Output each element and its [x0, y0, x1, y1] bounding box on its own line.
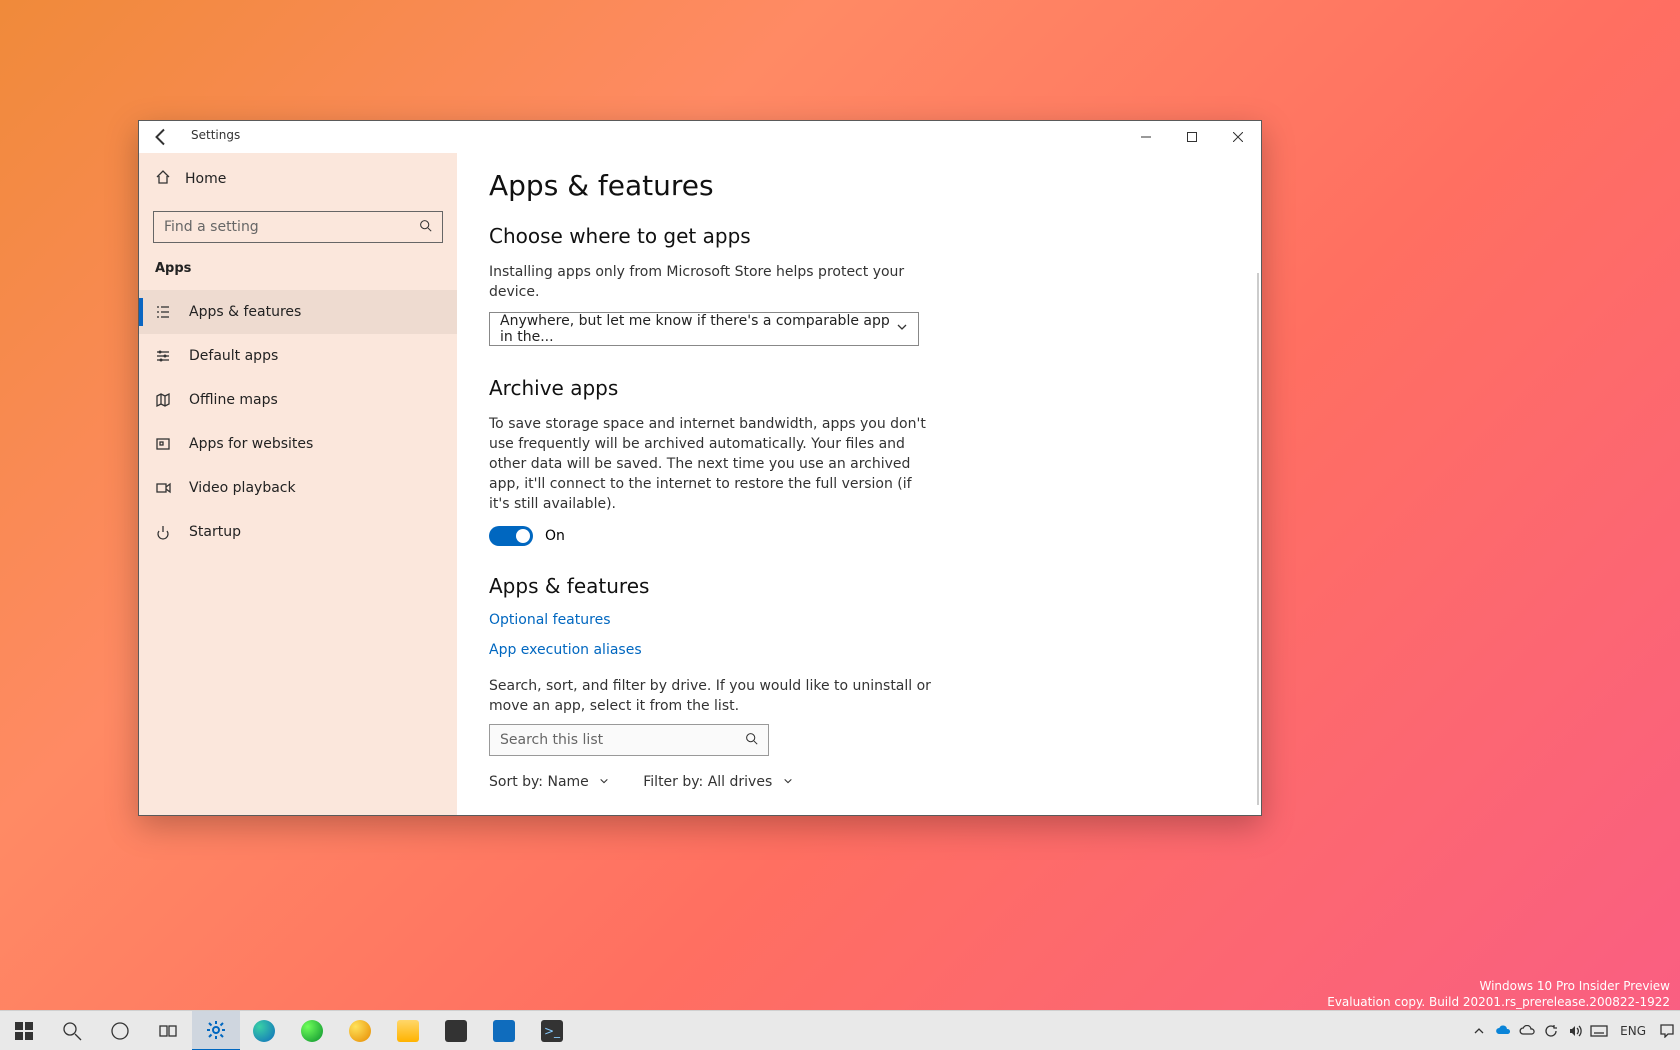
sidebar-home-label: Home: [185, 171, 226, 187]
sidebar-item-label: Default apps: [189, 348, 278, 364]
sidebar-item-default-apps[interactable]: Default apps: [139, 334, 457, 378]
apps-websites-icon: [155, 436, 173, 452]
keyboard-icon[interactable]: [1590, 1022, 1608, 1040]
default-apps-icon: [155, 348, 173, 364]
section-where-heading: Choose where to get apps: [489, 224, 1229, 248]
home-icon: [155, 169, 173, 189]
sidebar-item-offline-maps[interactable]: Offline maps: [139, 378, 457, 422]
sidebar-item-apps-websites[interactable]: Apps for websites: [139, 422, 457, 466]
settings-icon: [205, 1019, 227, 1041]
sidebar-item-label: Offline maps: [189, 392, 278, 408]
cortana-button[interactable]: [96, 1011, 144, 1050]
section-apps-desc: Search, sort, and filter by drive. If yo…: [489, 676, 949, 716]
watermark-line1: Windows 10 Pro Insider Preview: [1327, 978, 1670, 994]
offline-maps-icon: [155, 392, 173, 408]
taskbar: >_ ENG: [0, 1010, 1680, 1050]
section-apps-heading: Apps & features: [489, 574, 1229, 598]
chevron-down-icon: [896, 321, 908, 337]
apps-features-icon: [155, 304, 173, 320]
taskbar-app-edge-canary[interactable]: [336, 1011, 384, 1050]
action-center-icon[interactable]: [1658, 1022, 1676, 1040]
section-where-desc: Installing apps only from Microsoft Stor…: [489, 262, 929, 302]
sidebar-nav: Apps & features Default apps Offline map…: [139, 290, 457, 554]
window-title: Settings: [191, 128, 240, 142]
filter-by-label: Filter by:: [643, 774, 703, 790]
taskbar-app-edge[interactable]: [240, 1011, 288, 1050]
taskbar-app-mail[interactable]: [480, 1011, 528, 1050]
sidebar-item-video-playback[interactable]: Video playback: [139, 466, 457, 510]
desktop: Windows 10 Pro Insider Preview Evaluatio…: [0, 0, 1680, 1050]
startup-icon: [155, 524, 173, 540]
window-titlebar[interactable]: Settings: [139, 121, 1261, 153]
app-source-select-value: Anywhere, but let me know if there's a c…: [500, 313, 896, 345]
sidebar-home[interactable]: Home: [139, 159, 457, 199]
sidebar-section-label: Apps: [139, 251, 457, 290]
settings-search-placeholder: Find a setting: [164, 219, 259, 235]
taskbar-app-terminal[interactable]: >_: [528, 1011, 576, 1050]
terminal-icon: >_: [541, 1020, 563, 1042]
search-icon: [419, 219, 432, 235]
settings-content: Apps & features Choose where to get apps…: [457, 153, 1261, 815]
apps-list-search[interactable]: Search this list: [489, 724, 769, 756]
settings-window: Settings Home Find a se: [138, 120, 1262, 816]
filter-by-dropdown[interactable]: Filter by: All drives: [643, 774, 792, 790]
system-tray: ENG: [1470, 1022, 1680, 1040]
taskbar-app-edge-dev[interactable]: [288, 1011, 336, 1050]
taskbar-app-store[interactable]: [432, 1011, 480, 1050]
sidebar-item-label: Apps & features: [189, 304, 301, 320]
apps-list-search-placeholder: Search this list: [500, 732, 603, 748]
sidebar-item-startup[interactable]: Startup: [139, 510, 457, 554]
edge-canary-icon: [349, 1020, 371, 1042]
update-icon[interactable]: [1542, 1022, 1560, 1040]
sidebar-item-apps-features[interactable]: Apps & features: [139, 290, 457, 334]
language-indicator[interactable]: ENG: [1614, 1024, 1652, 1038]
archive-apps-toggle-label: On: [545, 528, 565, 544]
sidebar-item-label: Video playback: [189, 480, 296, 496]
filter-by-value: All drives: [708, 774, 773, 790]
close-button[interactable]: [1215, 121, 1261, 153]
section-archive-desc: To save storage space and internet bandw…: [489, 414, 929, 514]
edge-icon: [253, 1020, 275, 1042]
watermark-line2: Evaluation copy. Build 20201.rs_prerelea…: [1327, 994, 1670, 1010]
maximize-button[interactable]: [1169, 121, 1215, 153]
settings-sidebar: Home Find a setting Apps Apps & features: [139, 153, 457, 815]
sort-by-value: Name: [547, 774, 588, 790]
minimize-button[interactable]: [1123, 121, 1169, 153]
onedrive-icon[interactable]: [1494, 1022, 1512, 1040]
search-icon: [745, 732, 758, 749]
sort-by-dropdown[interactable]: Sort by: Name: [489, 774, 609, 790]
settings-search[interactable]: Find a setting: [153, 211, 443, 243]
archive-apps-toggle[interactable]: [489, 526, 533, 546]
windows-watermark: Windows 10 Pro Insider Preview Evaluatio…: [1327, 978, 1670, 1010]
video-playback-icon: [155, 480, 173, 496]
search-button[interactable]: [48, 1011, 96, 1050]
section-archive-heading: Archive apps: [489, 376, 1229, 400]
optional-features-link[interactable]: Optional features: [489, 612, 1229, 628]
back-button[interactable]: [149, 125, 173, 149]
chevron-down-icon: [783, 774, 793, 790]
edge-dev-icon: [301, 1020, 323, 1042]
task-view-button[interactable]: [144, 1011, 192, 1050]
content-scrollbar[interactable]: [1257, 273, 1259, 805]
store-icon: [445, 1020, 467, 1042]
taskbar-app-settings[interactable]: [192, 1011, 240, 1050]
app-execution-aliases-link[interactable]: App execution aliases: [489, 642, 1229, 658]
weather-icon[interactable]: [1518, 1022, 1536, 1040]
mail-icon: [493, 1020, 515, 1042]
volume-icon[interactable]: [1566, 1022, 1584, 1040]
sort-by-label: Sort by:: [489, 774, 543, 790]
taskbar-app-explorer[interactable]: [384, 1011, 432, 1050]
start-button[interactable]: [0, 1011, 48, 1050]
page-title: Apps & features: [489, 169, 1229, 202]
file-explorer-icon: [397, 1020, 419, 1042]
sidebar-item-label: Apps for websites: [189, 436, 313, 452]
app-source-select[interactable]: Anywhere, but let me know if there's a c…: [489, 312, 919, 346]
tray-overflow-icon[interactable]: [1470, 1022, 1488, 1040]
sidebar-item-label: Startup: [189, 524, 241, 540]
chevron-down-icon: [599, 774, 609, 790]
